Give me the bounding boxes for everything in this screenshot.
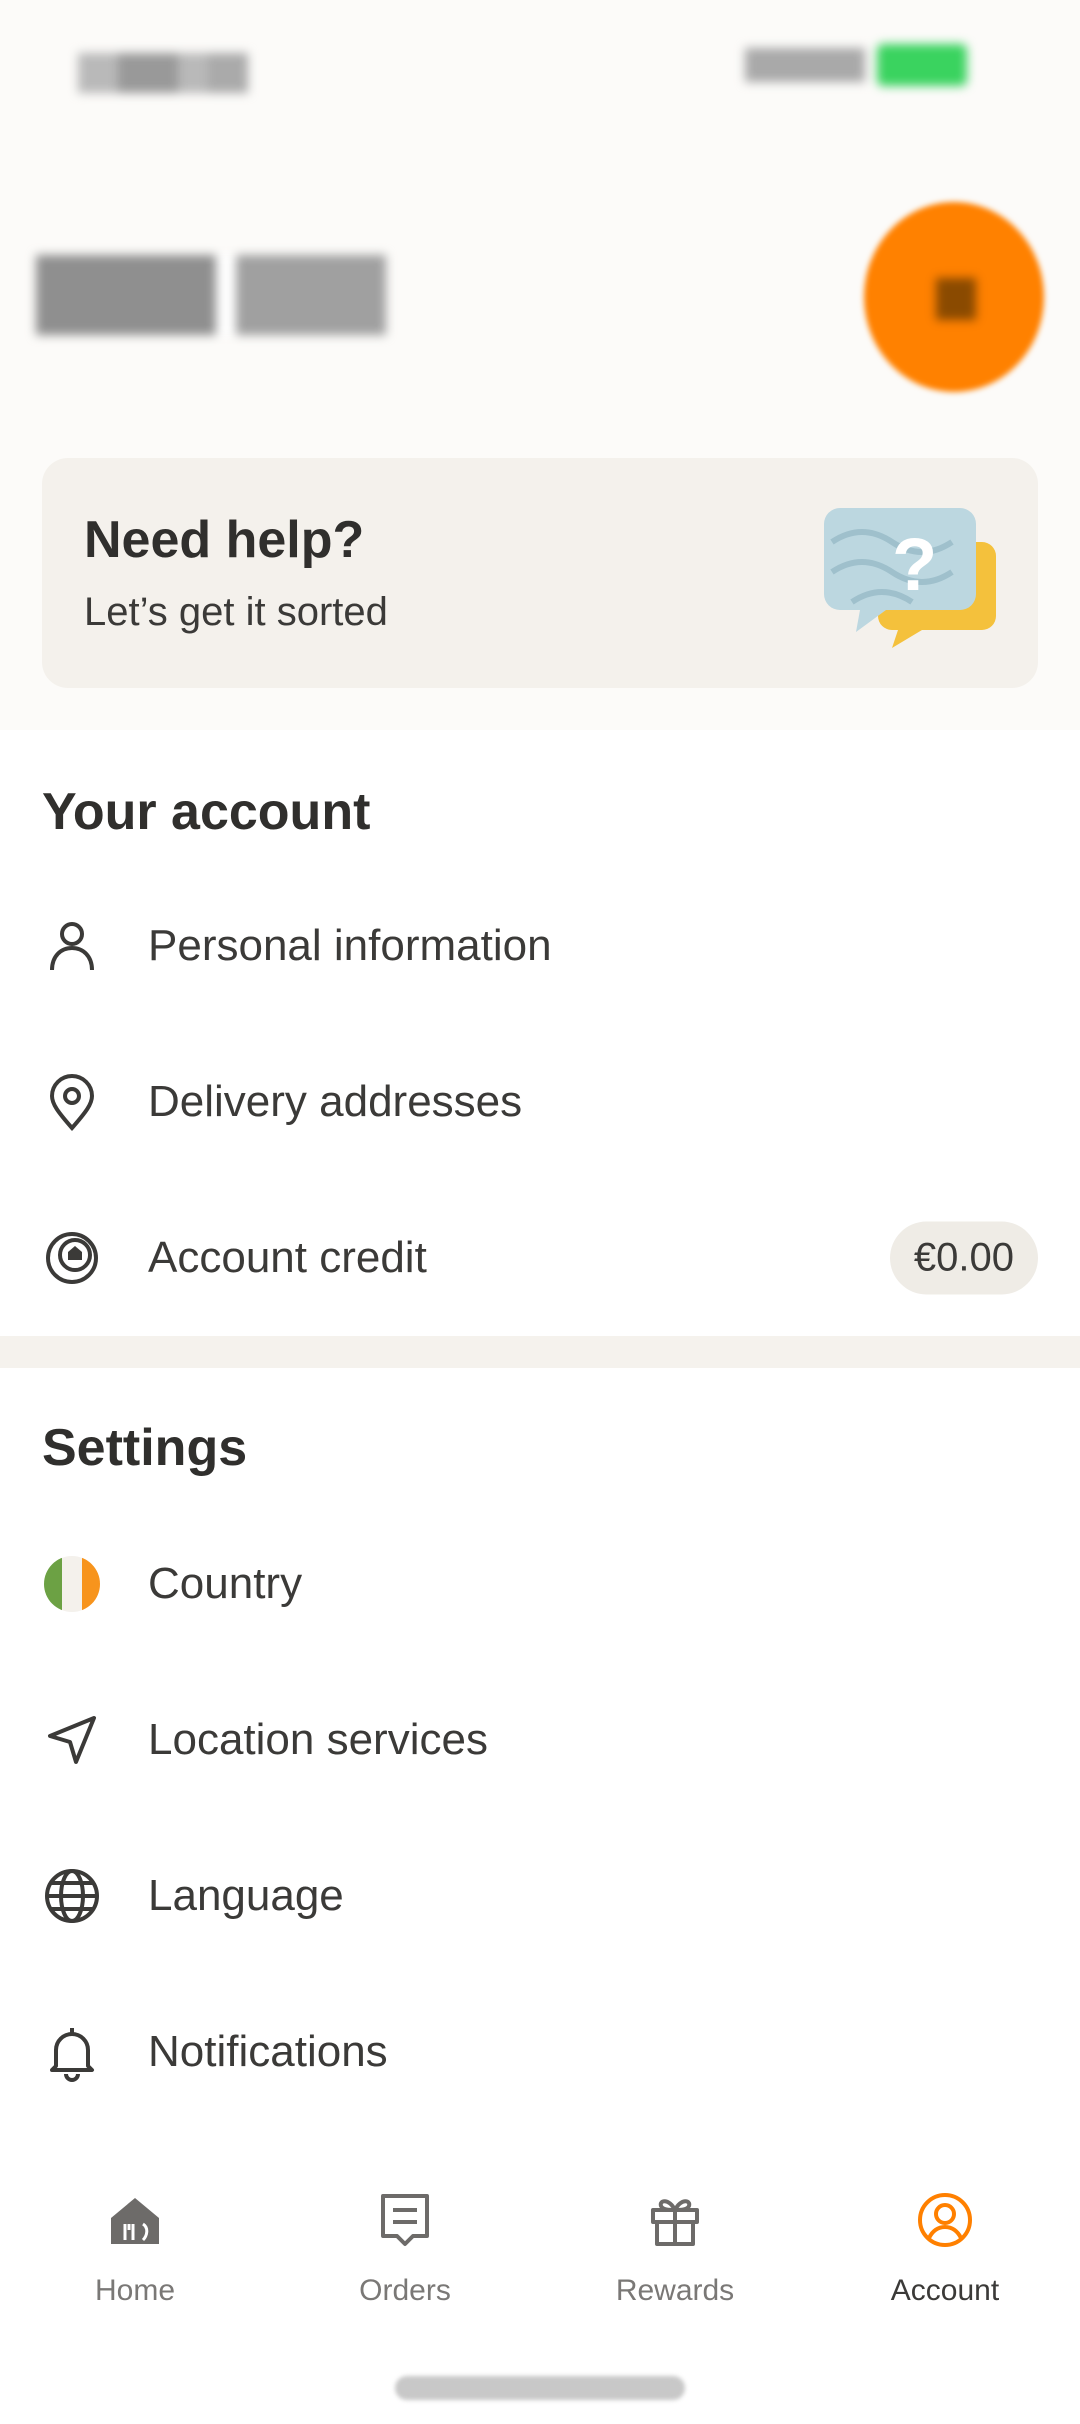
globe-icon bbox=[45, 1869, 99, 1923]
nav-orders[interactable]: Orders bbox=[270, 2144, 540, 2324]
country-label: Country bbox=[148, 1559, 303, 1608]
account-icon bbox=[918, 2193, 972, 2247]
nav-home-label: Home bbox=[94, 2274, 176, 2307]
location-pin-icon bbox=[49, 1074, 95, 1132]
user-name bbox=[36, 255, 396, 350]
account-credit-badge: €0.00 bbox=[889, 1221, 1038, 1295]
delivery-addresses-label: Delivery addresses bbox=[148, 1077, 523, 1126]
status-bar-time bbox=[78, 48, 268, 98]
language-label: Language bbox=[148, 1871, 344, 1920]
bell-icon bbox=[50, 2028, 94, 2082]
your-account-title: Your account bbox=[42, 783, 371, 841]
help-title: Need help? bbox=[84, 511, 365, 569]
settings-item-language[interactable]: Language bbox=[0, 1818, 1080, 1974]
section-divider bbox=[0, 1336, 1080, 1368]
settings-title: Settings bbox=[42, 1419, 248, 1477]
nav-orders-label: Orders bbox=[359, 2274, 451, 2307]
account-item-delivery-addresses[interactable]: Delivery addresses bbox=[0, 1024, 1080, 1180]
account-credit-label: Account credit bbox=[148, 1233, 427, 1282]
home-icon bbox=[111, 2198, 159, 2244]
account-item-account-credit[interactable]: Account credit €0.00 bbox=[0, 1180, 1080, 1336]
avatar[interactable] bbox=[864, 202, 1044, 392]
account-item-personal-information[interactable]: Personal information bbox=[0, 868, 1080, 1024]
receipt-icon bbox=[381, 2194, 429, 2246]
help-card[interactable]: Need help? Let’s get it sorted ? bbox=[42, 458, 1038, 688]
settings-item-notifications[interactable]: Notifications bbox=[0, 1974, 1080, 2130]
location-services-label: Location services bbox=[148, 1715, 488, 1764]
bottom-navigation: Home Orders Rewards Account bbox=[0, 2144, 1080, 2324]
gift-icon bbox=[651, 2199, 699, 2246]
personal-information-label: Personal information bbox=[148, 921, 552, 970]
status-bar-indicators bbox=[745, 44, 995, 100]
nav-rewards-label: Rewards bbox=[615, 2274, 735, 2307]
nav-account-label: Account bbox=[890, 2274, 1000, 2307]
credit-icon bbox=[46, 1232, 98, 1284]
settings-item-country[interactable]: Country bbox=[0, 1506, 1080, 1662]
nav-home[interactable]: Home bbox=[0, 2144, 270, 2324]
help-speech-bubble-icon: ? bbox=[824, 508, 996, 648]
person-icon bbox=[50, 922, 94, 971]
navigation-arrow-icon bbox=[48, 1716, 96, 1764]
nav-rewards[interactable]: Rewards bbox=[540, 2144, 810, 2324]
svg-text:?: ? bbox=[892, 523, 937, 606]
help-subtitle: Let’s get it sorted bbox=[84, 590, 388, 634]
header-area: Need help? Let’s get it sorted ? bbox=[0, 0, 1080, 730]
nav-account[interactable]: Account bbox=[810, 2144, 1080, 2324]
settings-item-location-services[interactable]: Location services bbox=[0, 1662, 1080, 1818]
home-indicator[interactable] bbox=[395, 2376, 685, 2400]
ireland-flag-icon bbox=[44, 1556, 100, 1612]
notifications-label: Notifications bbox=[148, 2027, 388, 2076]
